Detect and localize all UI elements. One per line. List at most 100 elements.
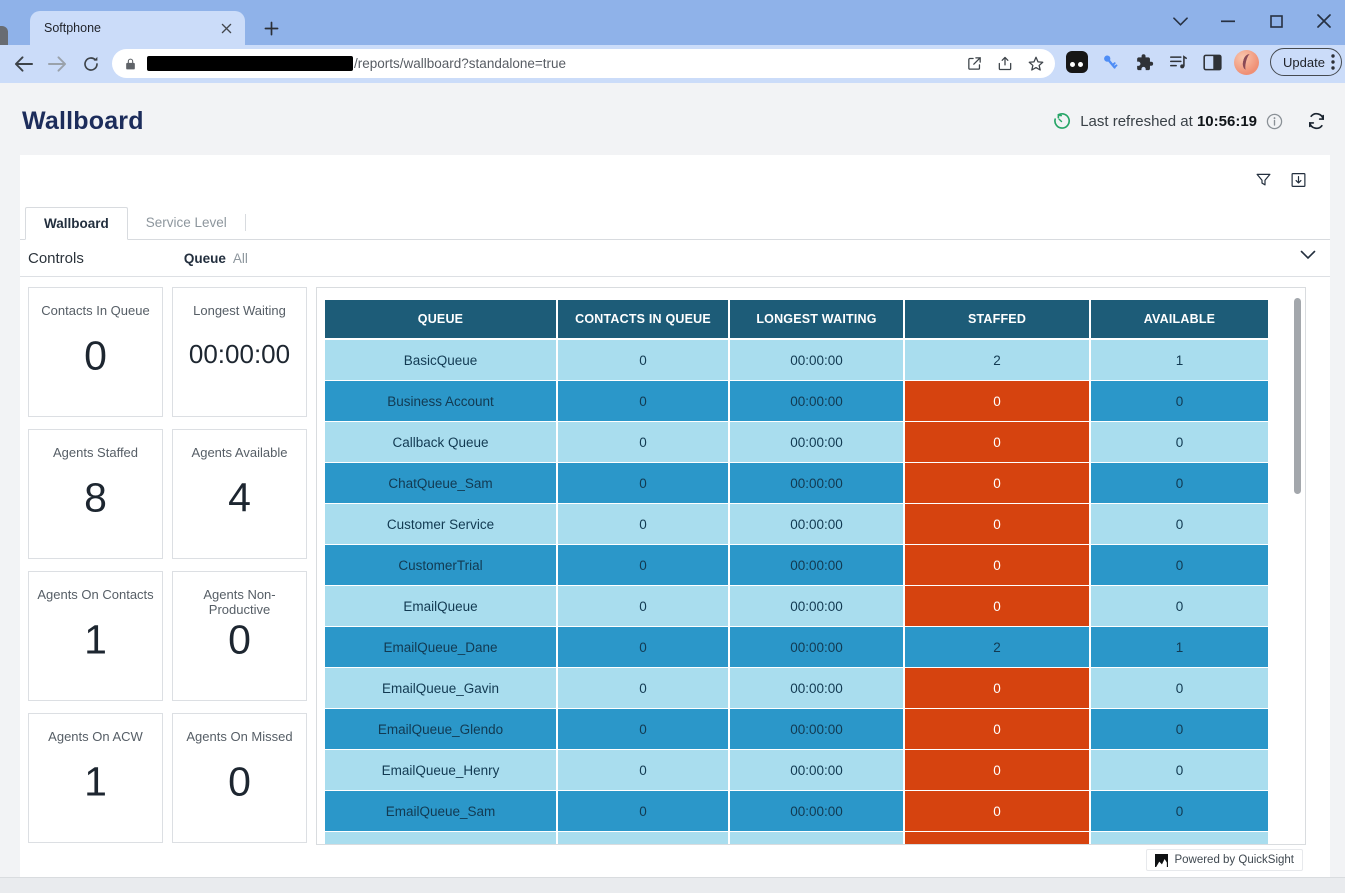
forward-icon[interactable]	[42, 49, 72, 79]
table-cell[interactable]: 0	[1091, 545, 1268, 585]
table-cell[interactable]: 0	[1091, 832, 1268, 845]
table-cell[interactable]: EmailQueue_Glendo	[325, 709, 556, 749]
minimize-icon[interactable]	[1215, 8, 1241, 34]
table-cell[interactable]: 0	[905, 750, 1089, 790]
table-cell[interactable]: 0	[1091, 422, 1268, 462]
lock-icon[interactable]	[124, 57, 137, 71]
table-cell[interactable]: EmailQueue_Gavin	[325, 668, 556, 708]
puzzle-extensions-icon[interactable]	[1132, 50, 1157, 75]
table-cell[interactable]: CustomerTrial	[325, 545, 556, 585]
table-cell[interactable]: 0	[558, 586, 728, 626]
table-cell[interactable]: 0	[905, 504, 1089, 544]
bookmark-star-icon[interactable]	[1027, 55, 1045, 73]
table-row: EmailQueue000:00:0000	[325, 586, 1272, 626]
table-cell[interactable]: 0	[905, 545, 1089, 585]
table-cell[interactable]: 00:00:00	[730, 791, 903, 831]
table-cell[interactable]: 0	[558, 504, 728, 544]
tab-search-chevron-icon[interactable]	[1167, 8, 1193, 34]
info-icon[interactable]	[1266, 113, 1283, 130]
export-icon[interactable]	[1289, 171, 1308, 189]
table-cell[interactable]: 00:00:00	[730, 545, 903, 585]
queue-filter-value[interactable]: All	[233, 251, 248, 266]
reload-icon[interactable]	[76, 49, 106, 79]
table-cell[interactable]: 0	[558, 750, 728, 790]
table-cell[interactable]: 0	[905, 422, 1089, 462]
table-cell[interactable]: 0	[558, 381, 728, 421]
table-cell[interactable]: BasicQueue	[325, 340, 556, 380]
url-path[interactable]: /reports/wallboard?standalone=true	[354, 56, 966, 71]
address-bar[interactable]: /reports/wallboard?standalone=true	[112, 49, 1055, 78]
table-cell[interactable]: EmailQueue_Dane	[325, 627, 556, 667]
table-cell[interactable]: Callback Queue	[325, 422, 556, 462]
update-button[interactable]: Update	[1270, 48, 1342, 76]
table-cell[interactable]: EmailQueue_Henry	[325, 750, 556, 790]
table-cell[interactable]: 1	[1091, 627, 1268, 667]
extensions-area: Update	[1064, 48, 1342, 76]
table-cell[interactable]: 00:00:00	[730, 422, 903, 462]
tab-service-level[interactable]: Service Level	[128, 206, 245, 239]
sidebar-icon[interactable]	[1200, 50, 1225, 75]
key-icon[interactable]	[1098, 50, 1123, 75]
table-cell[interactable]: 0	[905, 791, 1089, 831]
table-cell[interactable]: 00:00:00	[730, 750, 903, 790]
tab-wallboard[interactable]: Wallboard	[25, 207, 128, 240]
table-cell[interactable]: 00:00:00	[730, 668, 903, 708]
table-cell[interactable]: 0	[905, 832, 1089, 845]
browser-tab-softphone[interactable]: Softphone	[30, 11, 245, 45]
media-list-icon[interactable]	[1166, 50, 1191, 75]
table-cell[interactable]: 0	[1091, 709, 1268, 749]
table-cell[interactable]: 0	[558, 422, 728, 462]
table-cell[interactable]: Business Account	[325, 381, 556, 421]
table-cell[interactable]: 0	[905, 709, 1089, 749]
back-icon[interactable]	[8, 49, 38, 79]
table-cell[interactable]: 0	[558, 832, 728, 845]
table-cell[interactable]: 0	[558, 627, 728, 667]
table-cell[interactable]: 00:00:00	[730, 709, 903, 749]
table-cell[interactable]: 0	[1091, 381, 1268, 421]
table-cell[interactable]: 0	[905, 586, 1089, 626]
table-cell[interactable]: 00:00:00	[730, 627, 903, 667]
table-cell[interactable]: 0	[558, 545, 728, 585]
table-cell[interactable]: 0	[1091, 668, 1268, 708]
new-tab-icon[interactable]	[258, 15, 284, 41]
table-cell[interactable]: 2	[905, 340, 1089, 380]
table-cell[interactable]: 0	[1091, 586, 1268, 626]
table-cell[interactable]: 0	[1091, 504, 1268, 544]
table-cell[interactable]: 00:00:00	[730, 832, 903, 845]
open-in-new-icon[interactable]	[966, 55, 983, 72]
table-cell[interactable]: 0	[558, 463, 728, 503]
table-cell[interactable]: Customer Service	[325, 504, 556, 544]
table-cell[interactable]: 0	[558, 791, 728, 831]
table-cell[interactable]: 00:00:00	[730, 381, 903, 421]
chevron-down-icon[interactable]	[1300, 250, 1316, 260]
table-cell[interactable]: EmailQueue	[325, 586, 556, 626]
extension-black-icon[interactable]	[1064, 50, 1089, 75]
table-cell[interactable]: 0	[905, 668, 1089, 708]
table-cell[interactable]: EmailQueue_T	[325, 832, 556, 845]
table-cell[interactable]: 00:00:00	[730, 586, 903, 626]
close-icon[interactable]	[1311, 8, 1337, 34]
table-cell[interactable]: 0	[1091, 750, 1268, 790]
table-cell[interactable]: 0	[1091, 791, 1268, 831]
tab-close-icon[interactable]	[217, 19, 235, 37]
table-cell[interactable]: 0	[1091, 463, 1268, 503]
table-cell[interactable]: 2	[905, 627, 1089, 667]
menu-dots-icon	[1331, 54, 1335, 70]
table-cell[interactable]: EmailQueue_Sam	[325, 791, 556, 831]
table-cell[interactable]: 00:00:00	[730, 463, 903, 503]
filter-funnel-icon[interactable]	[1254, 171, 1273, 189]
table-cell[interactable]: 0	[558, 668, 728, 708]
table-cell[interactable]: 00:00:00	[730, 504, 903, 544]
maximize-icon[interactable]	[1263, 8, 1289, 34]
table-cell[interactable]: 1	[1091, 340, 1268, 380]
avatar[interactable]	[1234, 50, 1259, 75]
refresh-icon[interactable]	[1306, 111, 1327, 131]
table-cell[interactable]: 00:00:00	[730, 340, 903, 380]
share-icon[interactable]	[996, 55, 1014, 72]
table-cell[interactable]: 0	[558, 709, 728, 749]
table-cell[interactable]: 0	[905, 381, 1089, 421]
table-cell[interactable]: 0	[905, 463, 1089, 503]
table-cell[interactable]: ChatQueue_Sam	[325, 463, 556, 503]
table-cell[interactable]: 0	[558, 340, 728, 380]
table-scrollbar-thumb[interactable]	[1294, 298, 1301, 494]
